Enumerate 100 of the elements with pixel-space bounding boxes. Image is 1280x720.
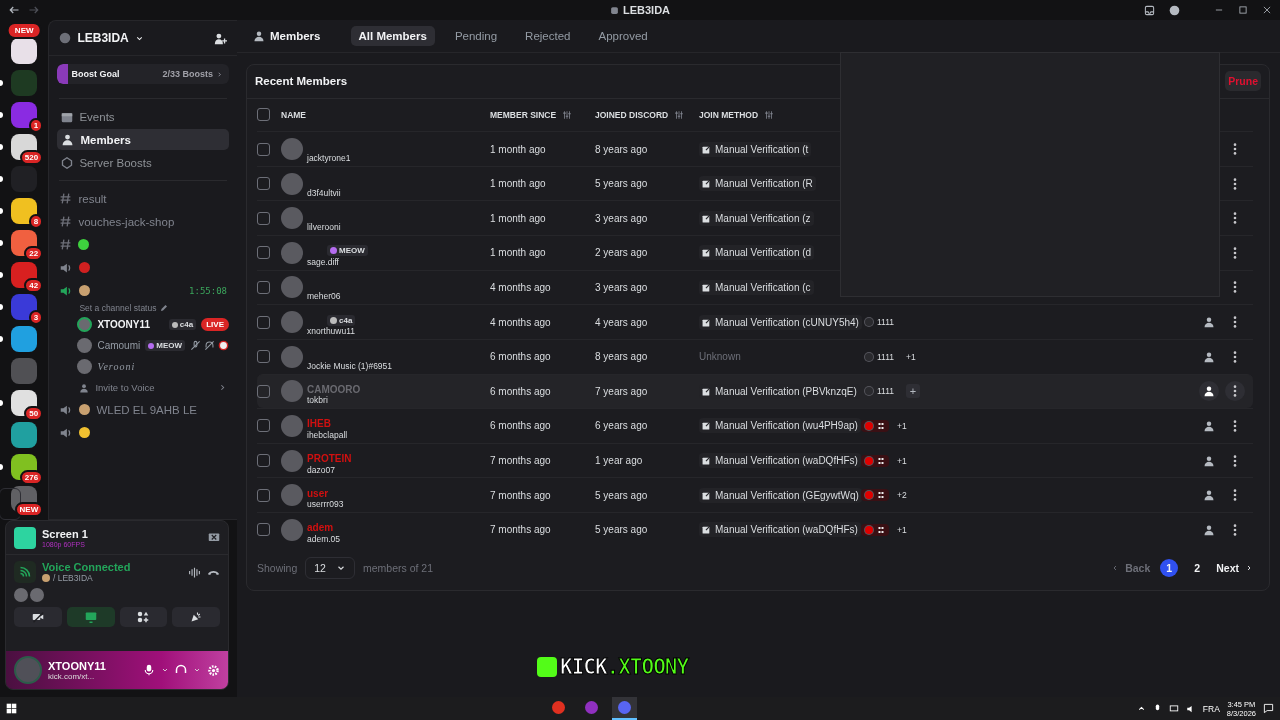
channel-name[interactable]: WLED EL 9AHB LE bbox=[96, 403, 197, 416]
joined-discord: 8 years ago bbox=[595, 143, 649, 155]
join-method: Manual Verification (GEgywtWq) bbox=[699, 487, 862, 503]
member-username: xnorthuwu11 bbox=[307, 326, 356, 337]
next-button[interactable]: Next bbox=[1216, 562, 1253, 575]
join-method: Manual Verification (wu4PH9ap) bbox=[699, 418, 861, 434]
sidebar-item[interactable]: Members bbox=[57, 129, 229, 150]
boost-goal-bar[interactable]: Boost Goal 2/33 Boosts bbox=[57, 64, 229, 84]
boost-goal-label: Boost Goal bbox=[71, 69, 120, 79]
join-method: Manual Verification (R bbox=[699, 176, 816, 192]
keyboard-language[interactable]: FRA bbox=[1202, 703, 1220, 714]
member-username: meher06 bbox=[307, 291, 341, 302]
filter-tab[interactable]: Rejected bbox=[517, 26, 579, 46]
user-status: kick.com/xt... bbox=[48, 671, 96, 681]
member-username: Jockie Music (1)#6951 bbox=[307, 360, 393, 371]
column-header[interactable]: JOIN METHOD bbox=[699, 109, 759, 120]
join-method: Manual Verification (cUNUY5h4) bbox=[699, 314, 862, 330]
more-roles-count[interactable]: +1 bbox=[906, 351, 916, 362]
join-method: Manual Verification (waDQfHFs) bbox=[699, 453, 861, 469]
guild-tag: MEOW bbox=[327, 245, 368, 257]
join-method: Manual Verification (d bbox=[699, 245, 815, 261]
guild-tag: c4a bbox=[168, 319, 197, 330]
live-badge: LIVE bbox=[201, 318, 229, 331]
stream-overlay-logo-text: KICK.XTOONY bbox=[560, 655, 689, 679]
member-username: ihebclapall bbox=[307, 429, 348, 440]
showing-label: Showing bbox=[257, 562, 298, 575]
voice-channel-name[interactable]: / LEB3IDA bbox=[53, 573, 93, 583]
member-since: 1 month ago bbox=[490, 143, 547, 155]
username: XTOONY11 bbox=[48, 659, 106, 672]
member-since: 6 months ago bbox=[490, 385, 552, 397]
member-since: 7 months ago bbox=[490, 455, 552, 467]
join-method: Manual Verification (waDQfHFs) bbox=[699, 522, 861, 538]
page-button[interactable]: 2 bbox=[1188, 559, 1207, 578]
members-count: members of 21 bbox=[362, 562, 433, 575]
sidebar-item[interactable]: Events bbox=[57, 106, 229, 127]
more-roles-count[interactable]: +1 bbox=[897, 524, 907, 535]
add-role-button[interactable]: + bbox=[906, 384, 921, 399]
member-since: 1 month ago bbox=[490, 247, 547, 259]
joined-discord: 7 years ago bbox=[595, 385, 649, 397]
member-since: 4 months ago bbox=[490, 316, 552, 328]
channel-status-hint[interactable]: Set a channel status bbox=[79, 303, 157, 313]
server-name[interactable]: LEB3IDA bbox=[77, 31, 129, 45]
joined-discord: 6 years ago bbox=[595, 420, 649, 432]
invite-to-voice[interactable]: Invite to Voice bbox=[95, 382, 155, 393]
member-since: 7 months ago bbox=[490, 489, 552, 501]
voice-timer: 1:55:08 bbox=[189, 285, 227, 296]
member-since: 1 month ago bbox=[490, 178, 547, 190]
joined-discord: 8 years ago bbox=[595, 351, 649, 363]
server-badge: 42 bbox=[24, 278, 44, 293]
member-since: 4 months ago bbox=[490, 282, 552, 293]
voice-user-name[interactable]: Camoumi bbox=[97, 340, 141, 351]
join-method: Manual Verification (t bbox=[699, 141, 812, 157]
member-username: sage.diff bbox=[307, 256, 340, 267]
display-name: CAMOORO bbox=[307, 383, 361, 395]
role-name: 1111 bbox=[877, 351, 895, 362]
join-method: Manual Verification (z bbox=[699, 210, 814, 226]
channel-name[interactable]: result bbox=[78, 192, 107, 205]
member-username: lilverooni bbox=[307, 222, 341, 233]
server-badge: 22 bbox=[24, 246, 44, 261]
column-header[interactable]: JOINED DISCORD bbox=[595, 109, 669, 120]
boost-count: 2/33 Boosts bbox=[162, 69, 223, 79]
joined-discord: 5 years ago bbox=[595, 178, 649, 190]
more-roles-count[interactable]: +2 bbox=[897, 490, 907, 501]
display-name: IHEB bbox=[307, 418, 331, 430]
voice-status: Voice Connected bbox=[42, 561, 131, 573]
joined-discord: 5 years ago bbox=[595, 489, 649, 501]
member-username: dazo07 bbox=[307, 464, 336, 475]
page-button[interactable]: 1 bbox=[1160, 559, 1179, 578]
joined-discord: 4 years ago bbox=[595, 316, 649, 328]
column-header[interactable]: MEMBER SINCE bbox=[490, 109, 557, 120]
more-roles-count[interactable]: +1 bbox=[897, 455, 907, 466]
filter-tab[interactable]: Approved bbox=[590, 26, 656, 46]
joined-discord: 2 years ago bbox=[595, 247, 649, 259]
display-name: user bbox=[307, 487, 329, 499]
role-name: 1111 bbox=[877, 317, 895, 328]
sidebar-item[interactable]: Server Boosts bbox=[57, 152, 229, 173]
member-username: adem.05 bbox=[307, 533, 341, 544]
server-badge: NEW bbox=[14, 502, 44, 517]
joined-discord: 3 years ago bbox=[595, 282, 649, 293]
column-header[interactable]: NAME bbox=[281, 109, 307, 120]
page-size-select[interactable]: 12 bbox=[305, 557, 355, 580]
more-roles-count[interactable]: +1 bbox=[897, 420, 907, 431]
window-title: LEB3IDA bbox=[622, 4, 671, 16]
member-since: 6 months ago bbox=[490, 420, 552, 432]
member-username: jacktyrone1 bbox=[307, 153, 351, 164]
card-title: Recent Members bbox=[255, 75, 348, 88]
server-badge: 50 bbox=[24, 406, 44, 421]
role-name: 1111 bbox=[877, 386, 895, 397]
channel-name[interactable]: vouches-jack-shop bbox=[78, 215, 175, 228]
stream-title: Screen 1 bbox=[42, 527, 88, 540]
filter-tab[interactable]: All Members bbox=[350, 26, 435, 46]
filter-tab[interactable]: Pending bbox=[446, 26, 506, 46]
member-username: d3f4ultvii bbox=[307, 187, 341, 198]
joined-discord: 1 year ago bbox=[595, 455, 644, 467]
member-since: 7 months ago bbox=[490, 524, 552, 536]
guild-tag: c4a bbox=[327, 314, 356, 326]
display-name: PROTEIN bbox=[307, 453, 352, 465]
page-title: Members bbox=[270, 30, 321, 42]
voice-user-name[interactable]: Verooni bbox=[97, 361, 136, 372]
member-username: userrr093 bbox=[307, 499, 344, 510]
